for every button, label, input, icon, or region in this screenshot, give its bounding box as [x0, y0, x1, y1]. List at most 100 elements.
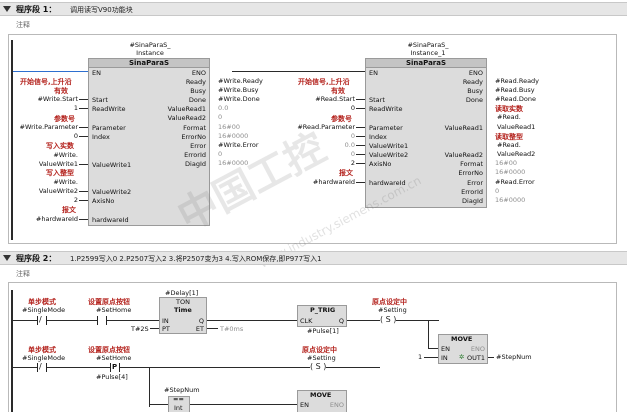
- r-out-errorid[interactable]: 0: [495, 187, 499, 195]
- out-valueread2[interactable]: 0: [218, 113, 222, 121]
- wire-in-axis: [79, 200, 88, 201]
- row2-coil-tag[interactable]: #Setting: [307, 354, 336, 362]
- row3-wire-a: [149, 404, 168, 405]
- move1-out-wire: [488, 357, 494, 358]
- segment2-comment[interactable]: 注释: [16, 269, 30, 279]
- row1-contact1-nc[interactable]: /: [37, 315, 47, 325]
- compare-block[interactable]: == Int: [168, 395, 190, 412]
- segment2-header[interactable]: 程序段 2： 1.P2599写入0 2.P2507写入2 3.将P2507变为3…: [0, 251, 627, 265]
- pin-valueread1: ValueRead1: [167, 105, 206, 113]
- label-telegram: 报文: [62, 206, 76, 214]
- tag-r-vw1[interactable]: 0.0: [330, 141, 355, 149]
- row1-branch-h: [428, 348, 438, 349]
- tag-read-start[interactable]: #Read.Start: [300, 95, 355, 103]
- segment1-comment[interactable]: 注释: [16, 20, 30, 30]
- ton-sub: Time: [174, 306, 192, 314]
- pin-valuewrite2: ValueWrite2: [92, 188, 132, 196]
- out-read-busy[interactable]: #Read.Busy: [495, 86, 535, 94]
- out-write-busy[interactable]: #Write.Busy: [218, 86, 259, 94]
- row2-contact1-nc[interactable]: /: [37, 362, 47, 372]
- out-write-ready[interactable]: #Write.Ready: [218, 77, 263, 85]
- tag-r-index-0[interactable]: 0: [337, 132, 355, 140]
- row3-step-tag[interactable]: #StepNum: [164, 386, 200, 394]
- r-out-diagid[interactable]: 16#0000: [495, 196, 525, 204]
- r-pin-format: Format: [460, 160, 483, 168]
- out-errorid[interactable]: 0: [218, 150, 222, 158]
- ptrig-clk: CLK: [300, 317, 313, 325]
- row1-contact1-tag[interactable]: #SingleMode: [22, 306, 65, 314]
- row3-wire-b: [190, 404, 297, 405]
- move-block-2[interactable]: MOVE EN ENO: [297, 390, 347, 412]
- pin-index: Index: [92, 133, 110, 141]
- ton-pt-value[interactable]: T#2S: [131, 325, 149, 333]
- r-label-telegram: 报文: [339, 169, 353, 177]
- out-write-done[interactable]: #Write.Done: [218, 95, 260, 103]
- tag-write-start[interactable]: #Write.Start: [30, 95, 78, 103]
- row1-coil-tag[interactable]: #Setting: [378, 306, 407, 314]
- wire-in-index: [79, 136, 88, 137]
- row1-set-coil[interactable]: ( S ): [380, 315, 397, 324]
- collapse-triangle-icon-2[interactable]: [3, 255, 11, 261]
- r-out-errorno[interactable]: 16#0000: [495, 168, 525, 176]
- ton-et-wire: [207, 328, 218, 329]
- block-left-instance-2: Instance: [136, 49, 164, 57]
- row2-contact2-tag[interactable]: #SetHome: [96, 354, 131, 362]
- sinaparas-block-right[interactable]: SinaParaS EN ENO Start ReadWrite Paramet…: [365, 58, 487, 208]
- row2-contact2-p[interactable]: P: [110, 363, 120, 372]
- tag-axisno-2[interactable]: 2: [60, 196, 78, 204]
- ton-et-value[interactable]: T#0ms: [220, 325, 243, 333]
- wire-in-vw1: [79, 164, 88, 165]
- move2-name: MOVE: [310, 391, 332, 399]
- r-pin-error: Error: [467, 179, 483, 187]
- segment1-description: 调用读写V90功能块: [70, 6, 133, 14]
- row1-wire-a: [13, 320, 37, 321]
- out-read-valueread2-a[interactable]: #Read.: [497, 141, 521, 149]
- row2-contact1-tag[interactable]: #SingleMode: [22, 354, 65, 362]
- ptrig-block[interactable]: P_TRIG CLK Q: [297, 305, 347, 327]
- move-block-1[interactable]: MOVE EN ENO IN OUT1 ✲: [438, 334, 488, 364]
- row2-p-label: P: [112, 363, 118, 371]
- row2-set-coil[interactable]: ( S ): [310, 362, 327, 371]
- tag-write-valuewrite2-b[interactable]: ValueWrite2: [30, 187, 78, 195]
- out-read-valueread1-a[interactable]: #Read.: [497, 113, 521, 121]
- out-valueread1[interactable]: 0.0: [218, 104, 228, 112]
- move1-out: OUT1: [467, 354, 485, 362]
- r-pin-valueread1: ValueRead1: [444, 124, 483, 132]
- move1-in-value[interactable]: 1: [418, 353, 422, 361]
- segment1-header[interactable]: 程序段 1： 调用读写V90功能块: [0, 2, 627, 16]
- tag-write-valuewrite1-b[interactable]: ValueWrite1: [30, 160, 78, 168]
- ton-timer-block[interactable]: TON Time IN Q PT ET: [159, 297, 207, 334]
- pin-done: Done: [188, 96, 206, 104]
- out-read-valueread2-b[interactable]: ValueRead2: [497, 150, 535, 158]
- ton-instance[interactable]: #Delay[1]: [165, 289, 198, 297]
- tag-readwrite-0[interactable]: 0: [337, 104, 355, 112]
- row2-pulse-tag[interactable]: #Pulse[4]: [96, 373, 128, 381]
- r-pin-valueread2: ValueRead2: [444, 151, 483, 159]
- tag-write-valuewrite2-a[interactable]: #Write.: [40, 178, 78, 186]
- row1-contact2-tag[interactable]: #SetHome: [96, 306, 131, 314]
- out-errorno[interactable]: 16#0000: [218, 132, 248, 140]
- out-format[interactable]: 16#00: [218, 123, 240, 131]
- pin-parameter: Parameter: [92, 124, 126, 132]
- tag-r-axisno[interactable]: 2: [337, 159, 355, 167]
- tag-write-parameter[interactable]: #Write.Parameter: [16, 123, 79, 131]
- tag-index-0[interactable]: 0: [60, 132, 78, 140]
- left-power-rail: [11, 40, 13, 240]
- row1-contact2-no[interactable]: [97, 316, 107, 325]
- out-read-valueread1-b[interactable]: ValueRead1: [497, 123, 535, 131]
- ptrig-tag[interactable]: #Pulse[1]: [307, 327, 339, 335]
- row2-wire-c: [120, 367, 380, 368]
- collapse-triangle-icon[interactable]: [3, 6, 11, 12]
- r-wire-in-readwrite: [356, 108, 365, 109]
- tag-r-vw2[interactable]: 0: [337, 150, 355, 158]
- r-out-format[interactable]: 16#00: [495, 159, 517, 167]
- r-wire-in-vw2: [356, 154, 365, 155]
- pin-diagid: DiagId: [185, 160, 206, 168]
- tag-hardwareid-left[interactable]: #hardwareId: [20, 215, 78, 223]
- out-read-ready[interactable]: #Read.Ready: [495, 77, 539, 85]
- tag-readwrite-1[interactable]: 1: [60, 104, 78, 112]
- out-read-error[interactable]: #Read.Error: [495, 178, 535, 186]
- tag-write-valuewrite1-a[interactable]: #Write.: [40, 151, 78, 159]
- move1-out-tag[interactable]: #StepNum: [496, 353, 532, 361]
- out-read-done[interactable]: #Read.Done: [495, 95, 536, 103]
